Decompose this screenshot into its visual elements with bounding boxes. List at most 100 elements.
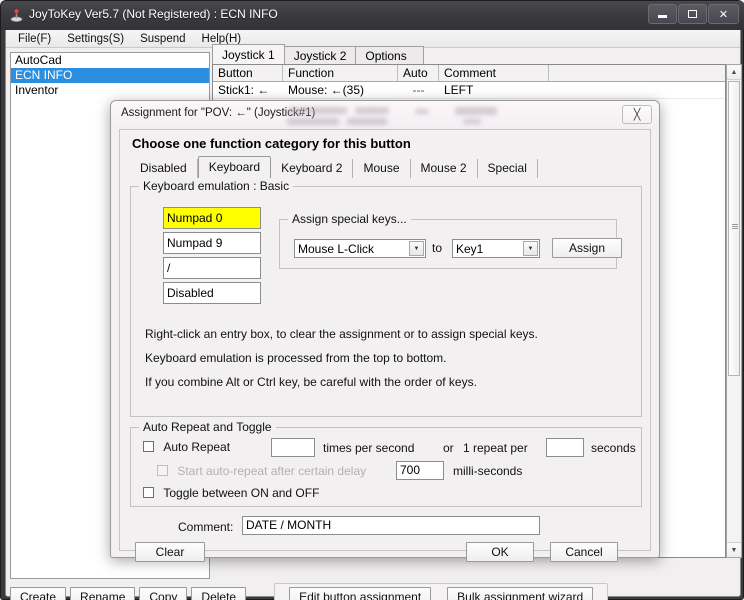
maximize-icon [688, 10, 697, 18]
keyboard-emulation-group: Keyboard emulation : Basic Numpad 0 Nump… [130, 179, 642, 417]
delete-button[interactable]: Delete [191, 587, 247, 600]
background-blur-overlay [287, 104, 587, 126]
special-key-target-value: Key1 [456, 242, 484, 256]
tab-special[interactable]: Special [478, 159, 538, 178]
close-icon: ✕ [718, 8, 729, 21]
special-key-source-select[interactable]: Mouse L-Click ▼ [294, 239, 426, 258]
scrollbar-thumb[interactable] [728, 81, 740, 376]
menu-file[interactable]: File(F) [11, 32, 60, 46]
start-delay-label: Start auto-repeat after certain delay [177, 464, 367, 478]
tab-joystick-1[interactable]: Joystick 1 [212, 44, 285, 65]
assign-special-keys-label: Assign special keys... [288, 212, 411, 226]
note-right-click: Right-click an entry box, to clear the a… [145, 327, 538, 341]
key-entry-1[interactable]: Numpad 0 [163, 207, 261, 229]
special-key-target-select[interactable]: Key1 ▼ [452, 239, 540, 258]
bottom-toolbar: Create Rename Copy Delete Edit button as… [10, 583, 738, 600]
scrollbar-grip-icon [732, 224, 738, 232]
keyboard-emulation-group-label: Keyboard emulation : Basic [139, 179, 294, 193]
column-header-comment[interactable]: Comment [439, 65, 549, 81]
clear-button[interactable]: Clear [135, 542, 205, 562]
tab-disabled[interactable]: Disabled [130, 159, 198, 178]
rename-button[interactable]: Rename [70, 587, 136, 600]
cell-button: Stick1: ← [218, 83, 270, 97]
dialog-titlebar: Assignment for "POV: ←" (Joystick#1) ╳ [111, 101, 659, 129]
scroll-up-button[interactable]: ▲ [727, 65, 741, 80]
assign-button[interactable]: Assign [552, 238, 622, 258]
to-label: to [432, 241, 443, 255]
chevron-down-icon[interactable]: ▼ [409, 241, 424, 256]
checkbox-icon[interactable] [143, 487, 154, 498]
window-titlebar: JoyToKey Ver5.7 (Not Registered) : ECN I… [1, 1, 744, 30]
column-header-function[interactable]: Function [283, 65, 398, 81]
start-delay-input[interactable]: 700 [396, 461, 444, 480]
close-button[interactable]: ✕ [708, 4, 739, 24]
special-key-source-value: Mouse L-Click [298, 242, 375, 256]
note-processing-order: Keyboard emulation is processed from the… [145, 351, 447, 365]
table-row[interactable]: Stick1: ← Mouse: ←(35) --- LEFT [213, 82, 725, 99]
tab-mouse[interactable]: Mouse [353, 159, 411, 178]
auto-repeat-rate-unit: times per second [323, 441, 415, 455]
tab-options[interactable]: Options [355, 46, 417, 65]
auto-repeat-interval-unit: seconds [591, 441, 636, 455]
bulk-assignment-wizard-button[interactable]: Bulk assignment wizard [447, 587, 594, 600]
tabstrip-filler [415, 46, 424, 65]
auto-repeat-checkbox[interactable]: Auto Repeat [143, 440, 230, 454]
profile-button-group: Create Rename Copy Delete [10, 587, 247, 600]
chevron-down-icon[interactable]: ▼ [523, 241, 538, 256]
comment-input[interactable]: DATE / MONTH [242, 516, 540, 535]
scroll-down-button[interactable]: ▼ [727, 542, 741, 557]
auto-repeat-group-label: Auto Repeat and Toggle [139, 420, 276, 434]
column-header-auto[interactable]: Auto [398, 65, 439, 81]
close-icon: ╳ [633, 109, 641, 121]
menu-suspend[interactable]: Suspend [133, 32, 194, 46]
maximize-button[interactable] [678, 4, 707, 24]
window-controls: ✕ [648, 4, 739, 24]
comment-label: Comment: [178, 520, 234, 534]
key-entry-2[interactable]: Numpad 9 [163, 232, 261, 254]
auto-repeat-interval-input[interactable] [546, 438, 584, 457]
chevron-up-icon: ▲ [730, 68, 738, 76]
cancel-button[interactable]: Cancel [550, 542, 618, 562]
dialog-body: Choose one function category for this bu… [119, 129, 651, 562]
dialog-heading: Choose one function category for this bu… [132, 136, 411, 151]
column-header-button[interactable]: Button [213, 65, 283, 81]
grid-vertical-scrollbar[interactable]: ▲ ▼ [726, 64, 742, 558]
copy-button[interactable]: Copy [139, 587, 188, 600]
ok-button[interactable]: OK [466, 542, 534, 562]
chevron-down-icon: ▼ [730, 546, 738, 554]
note-alt-ctrl: If you combine Alt or Ctrl key, be caref… [145, 375, 477, 389]
joystick-icon [10, 8, 23, 23]
checkbox-icon[interactable] [143, 441, 154, 452]
sidebar-item-inventor[interactable]: Inventor [11, 83, 209, 98]
start-delay-unit: milli-seconds [453, 464, 523, 478]
dialog-close-button[interactable]: ╳ [622, 105, 652, 124]
auto-repeat-rate-input[interactable] [271, 438, 315, 457]
key-entry-4[interactable]: Disabled [163, 282, 261, 304]
key-entry-3[interactable]: / [163, 257, 261, 279]
menu-settings[interactable]: Settings(S) [60, 32, 133, 46]
auto-repeat-interval-label: 1 repeat per [463, 441, 528, 455]
cell-function: Mouse: ←(35) [288, 83, 365, 97]
sidebar-item-autocad[interactable]: AutoCad [11, 53, 209, 68]
minimize-icon [658, 15, 667, 18]
checkbox-icon[interactable] [157, 465, 168, 476]
column-header-extra[interactable] [549, 65, 725, 81]
start-delay-checkbox[interactable]: Start auto-repeat after certain delay [157, 464, 366, 478]
window-title: JoyToKey Ver5.7 (Not Registered) : ECN I… [29, 7, 278, 21]
assignment-dialog: Assignment for "POV: ←" (Joystick#1) ╳ C… [110, 100, 660, 562]
action-button-group: Edit button assignment Bulk assignment w… [274, 583, 609, 600]
create-button[interactable]: Create [10, 587, 67, 600]
grid-header-row: Button Function Auto Comment [213, 65, 725, 82]
edit-button-assignment-button[interactable]: Edit button assignment [289, 587, 432, 600]
dialog-tabstrip: Disabled Keyboard Keyboard 2 Mouse Mouse… [130, 156, 538, 178]
minimize-button[interactable] [648, 4, 677, 24]
tab-joystick-2[interactable]: Joystick 2 [283, 46, 357, 65]
cell-extra [549, 82, 725, 98]
main-tabstrip: Joystick 1 Joystick 2 Options [212, 44, 424, 65]
tab-keyboard-2[interactable]: Keyboard 2 [271, 159, 354, 178]
tab-mouse-2[interactable]: Mouse 2 [411, 159, 478, 178]
sidebar-item-ecn-info[interactable]: ECN INFO [11, 68, 209, 83]
toggle-label: Toggle between ON and OFF [163, 486, 320, 500]
tab-keyboard[interactable]: Keyboard [197, 156, 272, 178]
toggle-checkbox[interactable]: Toggle between ON and OFF [143, 486, 319, 500]
